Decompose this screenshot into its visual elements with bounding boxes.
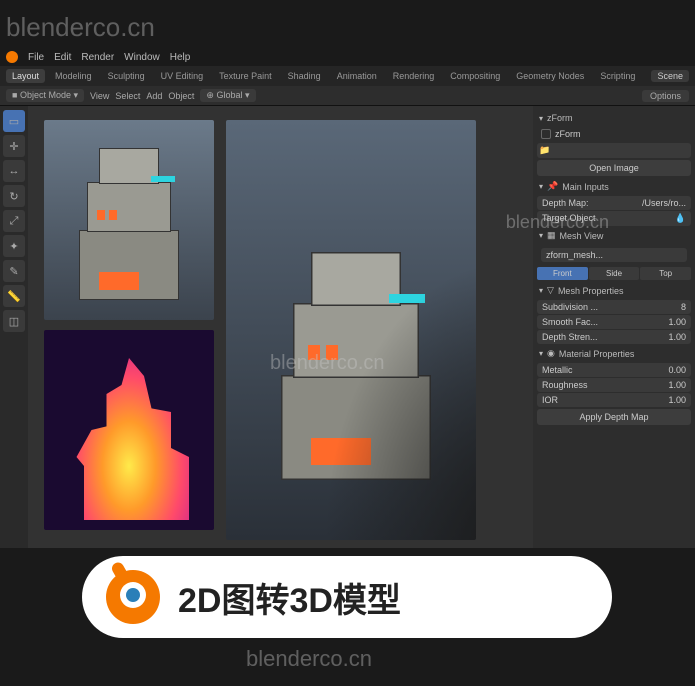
tab-animation[interactable]: Animation	[331, 69, 383, 83]
cursor-tool-icon[interactable]: ✛	[3, 135, 25, 157]
mesh-icon: ▦	[547, 230, 556, 241]
rotate-tool-icon[interactable]: ↻	[3, 185, 25, 207]
watermark: blenderco.cn	[6, 12, 155, 43]
open-image-button[interactable]: Open Image	[537, 160, 691, 176]
reference-image	[44, 120, 214, 320]
roughness-field[interactable]: Roughness1.00	[537, 378, 691, 392]
options-dropdown[interactable]: Options	[642, 90, 689, 102]
image-browse[interactable]: 📁	[537, 143, 691, 158]
menu-window[interactable]: Window	[124, 52, 160, 63]
smooth-field[interactable]: Smooth Fac...1.00	[537, 315, 691, 329]
measure-tool-icon[interactable]: 📏	[3, 285, 25, 307]
result-mesh	[226, 120, 476, 540]
target-object-field[interactable]: Target Object💧	[537, 211, 691, 226]
depth-strength-field[interactable]: Depth Stren...1.00	[537, 330, 691, 344]
material-props-header[interactable]: ◉Material Properties	[537, 345, 691, 362]
banner-title: 2D图转3D模型	[178, 573, 401, 622]
viewport-3d[interactable]	[28, 106, 533, 548]
tab-rendering[interactable]: Rendering	[387, 69, 441, 83]
tab-uv[interactable]: UV Editing	[155, 69, 210, 83]
select-tool-icon[interactable]: ▭	[3, 110, 25, 132]
viewport-header: ■ Object Mode ▾ View Select Add Object ⊕…	[0, 86, 695, 106]
main-menu: File Edit Render Window Help	[0, 48, 695, 66]
menu-render[interactable]: Render	[81, 52, 114, 63]
watermark: blenderco.cn	[246, 646, 372, 672]
panel-header[interactable]: zForm	[537, 110, 691, 126]
menu-object[interactable]: Object	[168, 91, 194, 101]
scale-tool-icon[interactable]: ⤢	[3, 210, 25, 232]
tab-layout[interactable]: Layout	[6, 69, 45, 83]
mode-selector[interactable]: ■ Object Mode ▾	[6, 89, 84, 102]
depth-map-image	[44, 330, 214, 530]
tab-compositing[interactable]: Compositing	[444, 69, 506, 83]
metallic-field[interactable]: Metallic0.00	[537, 363, 691, 377]
mesh-view-header[interactable]: ▦Mesh View	[537, 227, 691, 244]
view-segment: Front Side Top	[537, 267, 691, 280]
subdivision-field[interactable]: Subdivision ...8	[537, 300, 691, 314]
menu-view[interactable]: View	[90, 91, 109, 101]
seg-side[interactable]: Side	[589, 267, 640, 280]
move-tool-icon[interactable]: ↔	[3, 160, 25, 182]
blender-logo-icon	[106, 570, 160, 624]
tab-texture[interactable]: Texture Paint	[213, 69, 278, 83]
depth-map-field[interactable]: Depth Map:/Users/ro...	[537, 196, 691, 210]
orientation-selector[interactable]: ⊕ Global ▾	[200, 89, 255, 102]
tab-modeling[interactable]: Modeling	[49, 69, 98, 83]
zform-check-label: zForm	[555, 129, 581, 139]
add-tool-icon[interactable]: ◫	[3, 310, 25, 332]
annotate-tool-icon[interactable]: ✎	[3, 260, 25, 282]
seg-front[interactable]: Front	[537, 267, 588, 280]
mesh-name-field[interactable]: zform_mesh...	[541, 248, 687, 262]
tab-shading[interactable]: Shading	[282, 69, 327, 83]
menu-add[interactable]: Add	[146, 91, 162, 101]
menu-file[interactable]: File	[28, 52, 44, 63]
props-icon: ▽	[547, 285, 554, 296]
ior-field[interactable]: IOR1.00	[537, 393, 691, 407]
zform-panel: zForm zForm 📁 Open Image 📌Main Inputs De…	[533, 106, 695, 548]
title-banner: 2D图转3D模型	[82, 556, 612, 638]
tab-geonodes[interactable]: Geometry Nodes	[510, 69, 590, 83]
main-inputs-header[interactable]: 📌Main Inputs	[537, 178, 691, 195]
tool-sidebar: ▭ ✛ ↔ ↻ ⤢ ✦ ✎ 📏 ◫	[0, 106, 28, 548]
workspace-tabs: Layout Modeling Sculpting UV Editing Tex…	[0, 66, 695, 86]
material-icon: ◉	[547, 348, 555, 359]
blender-window: File Edit Render Window Help Layout Mode…	[0, 48, 695, 548]
tab-sculpting[interactable]: Sculpting	[102, 69, 151, 83]
eyedropper-icon[interactable]: 💧	[675, 213, 686, 224]
seg-top[interactable]: Top	[640, 267, 691, 280]
menu-edit[interactable]: Edit	[54, 52, 71, 63]
folder-icon: 📁	[539, 145, 550, 156]
blender-logo-icon	[6, 51, 18, 63]
apply-depth-button[interactable]: Apply Depth Map	[537, 409, 691, 425]
mesh-props-header[interactable]: ▽Mesh Properties	[537, 282, 691, 299]
menu-select[interactable]: Select	[115, 91, 140, 101]
tab-scripting[interactable]: Scripting	[594, 69, 641, 83]
pin-icon: 📌	[547, 181, 558, 192]
transform-tool-icon[interactable]: ✦	[3, 235, 25, 257]
menu-help[interactable]: Help	[170, 52, 191, 63]
scene-selector[interactable]: Scene	[651, 70, 689, 82]
zform-checkbox[interactable]	[541, 129, 551, 139]
